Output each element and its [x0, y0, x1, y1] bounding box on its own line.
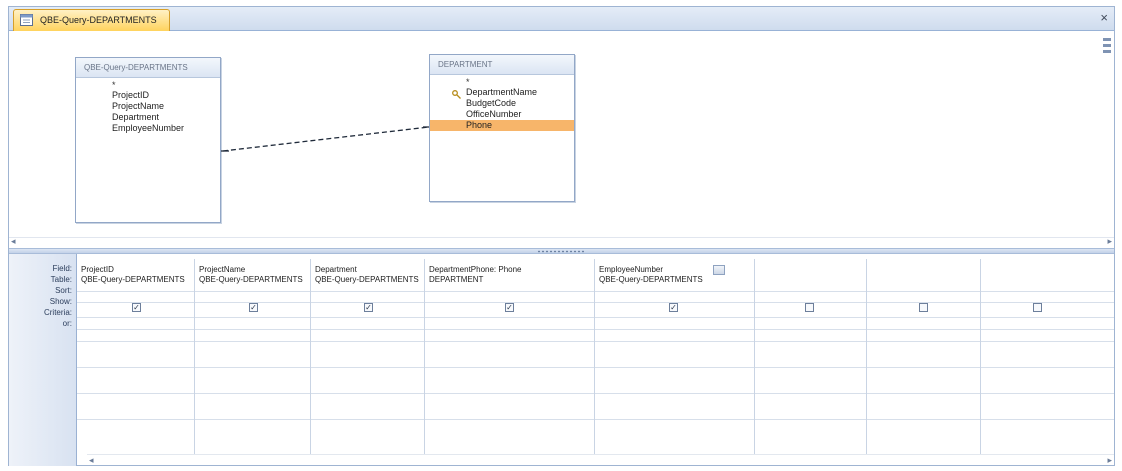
table-star-right[interactable]: * — [430, 75, 574, 87]
row-label-criteria: Criteria: — [43, 308, 72, 317]
field-item[interactable]: OfficeNumber — [430, 109, 574, 120]
row-label-or: or: — [62, 319, 72, 328]
close-icon[interactable]: × — [1100, 10, 1108, 25]
show-checkbox[interactable]: ✓ — [505, 303, 514, 312]
grid-column[interactable] — [981, 259, 1091, 454]
grid-field[interactable]: EmployeeNumber — [599, 265, 663, 274]
show-checkbox[interactable]: ✓ — [132, 303, 141, 312]
grid-table[interactable]: QBE-Query-DEPARTMENTS — [199, 275, 303, 284]
show-checkbox[interactable]: ✓ — [669, 303, 678, 312]
grid-column[interactable] — [867, 259, 981, 454]
table-pane: QBE-Query-DEPARTMENTS * ProjectID Projec… — [9, 32, 1114, 237]
field-item[interactable]: BudgetCode — [430, 98, 574, 109]
row-label-column: Field: Table: Sort: Show: Criteria: or: — [9, 254, 77, 466]
key-icon — [452, 90, 461, 99]
field-dropdown-button[interactable] — [713, 265, 725, 275]
field-item[interactable]: ProjectID — [76, 90, 220, 101]
query-icon — [20, 14, 33, 26]
splitter-grip[interactable] — [537, 250, 585, 253]
field-item[interactable]: ProjectName — [76, 101, 220, 112]
grid-column[interactable]: ProjectName QBE-Query-DEPARTMENTS ✓ — [195, 259, 311, 454]
row-label-table: Table: — [50, 275, 72, 284]
grid-table[interactable]: QBE-Query-DEPARTMENTS — [315, 275, 419, 284]
table-title-right[interactable]: DEPARTMENT — [430, 55, 574, 75]
table-star-left[interactable]: * — [76, 78, 220, 90]
grid-table[interactable]: QBE-Query-DEPARTMENTS — [599, 275, 703, 284]
scroll-indicator-icon[interactable] — [1102, 34, 1112, 74]
show-checkbox[interactable] — [919, 303, 928, 312]
show-checkbox[interactable] — [1033, 303, 1042, 312]
table-box-right[interactable]: DEPARTMENT * DepartmentName BudgetCode O… — [429, 54, 575, 202]
show-checkbox[interactable]: ✓ — [364, 303, 373, 312]
field-item[interactable]: EmployeeNumber — [76, 123, 220, 134]
row-label-sort: Sort: — [55, 286, 72, 295]
design-grid-pane: Field: Table: Sort: Show: Criteria: or: … — [9, 254, 1114, 466]
scroll-left-icon[interactable]: ◂ — [11, 236, 16, 247]
join-line — [221, 126, 431, 152]
grid-field[interactable]: ProjectID — [81, 265, 114, 274]
field-item[interactable]: Department — [76, 112, 220, 123]
row-label-show: Show: — [49, 297, 72, 306]
scroll-left-icon[interactable]: ◂ — [89, 455, 94, 466]
table-title-left[interactable]: QBE-Query-DEPARTMENTS — [76, 58, 220, 78]
document-tab-bar: QBE-Query-DEPARTMENTS × — [9, 7, 1114, 31]
grid-field[interactable]: Department — [315, 265, 357, 274]
query-document-tab[interactable]: QBE-Query-DEPARTMENTS — [13, 9, 170, 31]
grid-table[interactable]: DEPARTMENT — [429, 275, 483, 284]
grid-column[interactable] — [755, 259, 867, 454]
grid-table[interactable]: QBE-Query-DEPARTMENTS — [81, 275, 185, 284]
grid-field[interactable]: DepartmentPhone: Phone — [429, 265, 522, 274]
scroll-right-icon[interactable]: ▸ — [1107, 236, 1112, 247]
scroll-right-icon[interactable]: ▸ — [1107, 455, 1112, 466]
tab-label: QBE-Query-DEPARTMENTS — [40, 15, 157, 25]
show-checkbox[interactable]: ✓ — [249, 303, 258, 312]
query-design-window: QBE-Query-DEPARTMENTS × QBE-Query-DEPART… — [8, 6, 1115, 466]
grid-column[interactable]: ProjectID QBE-Query-DEPARTMENTS ✓ — [77, 259, 195, 454]
grid-column[interactable]: EmployeeNumber QBE-Query-DEPARTMENTS ✓ — [595, 259, 755, 454]
design-grid: ProjectID QBE-Query-DEPARTMENTS ✓ Projec… — [77, 254, 1114, 466]
grid-column[interactable]: Department QBE-Query-DEPARTMENTS ✓ — [311, 259, 425, 454]
row-label-field: Field: — [52, 264, 72, 273]
lower-horizontal-scrollbar[interactable]: ◂ ▸ — [87, 454, 1114, 466]
table-box-left[interactable]: QBE-Query-DEPARTMENTS * ProjectID Projec… — [75, 57, 221, 223]
show-checkbox[interactable] — [805, 303, 814, 312]
grid-column[interactable]: DepartmentPhone: Phone DEPARTMENT ✓ — [425, 259, 595, 454]
upper-horizontal-scrollbar[interactable]: ◂ ▸ — [9, 236, 1114, 247]
field-item-selected[interactable]: Phone — [430, 120, 574, 131]
grid-field[interactable]: ProjectName — [199, 265, 245, 274]
